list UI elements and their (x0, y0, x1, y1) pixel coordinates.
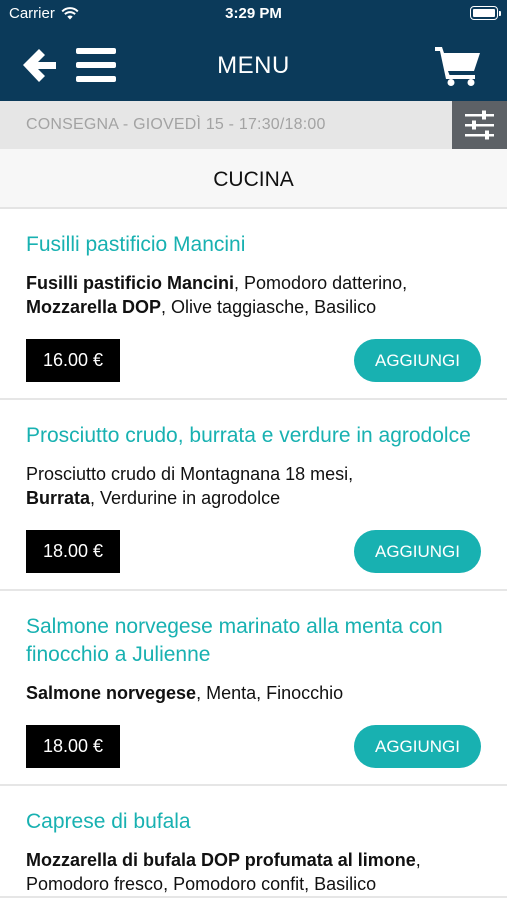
product-actions: 18.00 € AGGIUNGI (26, 530, 481, 574)
ingredient-bold: Burrata (26, 488, 91, 508)
product-list: Fusilli pastificio Mancini Fusilli pasti… (0, 209, 507, 898)
ingredient-text: Prosciutto crudo di Montagnana 18 mesi, (26, 464, 354, 484)
product-name[interactable]: Fusilli pastificio Mancini (26, 231, 481, 259)
product-actions: 16.00 € AGGIUNGI (26, 339, 481, 383)
filter-button[interactable] (452, 101, 507, 149)
ingredient-bold: Mozzarella di bufala DOP profumata al li… (26, 850, 416, 870)
product-card: Salmone norvegese marinato alla menta co… (0, 591, 507, 786)
ingredient-text: , Menta, Finocchio (196, 683, 344, 703)
ingredient-text: , (415, 850, 421, 870)
ingredient-bold: Mozzarella DOP (26, 297, 162, 317)
price-tag: 18.00 € (26, 530, 120, 573)
ingredient-text: , Pomodoro datterino, (234, 273, 408, 293)
add-to-cart-button[interactable]: AGGIUNGI (354, 725, 481, 768)
status-bar: Carrier 3:29 PM (0, 0, 507, 28)
add-to-cart-button[interactable]: AGGIUNGI (354, 339, 481, 382)
price-tag: 16.00 € (26, 339, 120, 382)
ingredient-bold: Salmone norvegese (26, 683, 197, 703)
product-name[interactable]: Prosciutto crudo, burrata e verdure in a… (26, 422, 481, 450)
ingredient-text: , Verdurine in agrodolce (90, 488, 281, 508)
section-header: CUCINA (0, 149, 507, 209)
product-card: Prosciutto crudo, burrata e verdure in a… (0, 400, 507, 591)
cart-icon[interactable] (435, 44, 481, 86)
sliders-icon (465, 110, 494, 140)
product-card: Caprese di bufala Mozzarella di bufala D… (0, 786, 507, 898)
product-name[interactable]: Salmone norvegese marinato alla menta co… (26, 613, 481, 669)
product-name[interactable]: Caprese di bufala (26, 808, 481, 836)
add-to-cart-button[interactable]: AGGIUNGI (354, 530, 481, 573)
product-description: Prosciutto crudo di Montagnana 18 mesi, … (26, 462, 481, 510)
price-tag: 18.00 € (26, 725, 120, 768)
battery-icon (470, 6, 501, 20)
product-actions: 18.00 € AGGIUNGI (26, 725, 481, 769)
page-title: MENU (217, 52, 290, 79)
ingredient-text: , Olive taggiasche, Basilico (161, 297, 377, 317)
delivery-info: CONSEGNA - GIOVEDÌ 15 - 17:30/18:00 (26, 116, 326, 133)
ingredient-text: Pomodoro fresco, Pomodoro confit, Basili… (26, 874, 377, 894)
ingredient-bold: Fusilli pastificio Mancini (26, 273, 235, 293)
navbar: MENU (0, 28, 507, 101)
delivery-bar[interactable]: CONSEGNA - GIOVEDÌ 15 - 17:30/18:00 (0, 101, 507, 149)
product-description: Fusilli pastificio Mancini, Pomodoro dat… (26, 271, 481, 319)
product-description: Salmone norvegese, Menta, Finocchio (26, 681, 481, 705)
status-time: 3:29 PM (225, 5, 282, 22)
product-card: Fusilli pastificio Mancini Fusilli pasti… (0, 209, 507, 400)
product-description: Mozzarella di bufala DOP profumata al li… (26, 848, 481, 896)
